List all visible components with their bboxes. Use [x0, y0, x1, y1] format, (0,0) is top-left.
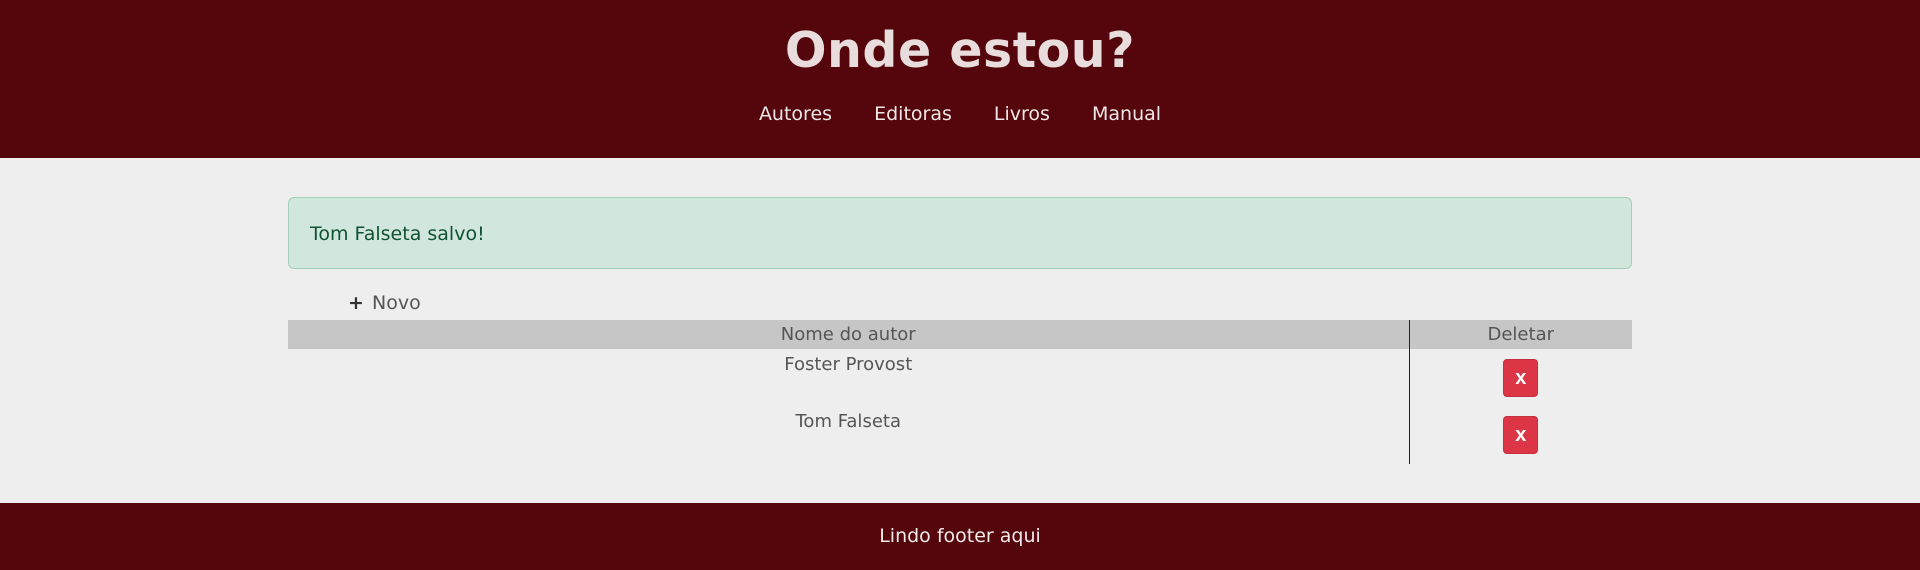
- table-header-row: Nome do autor Deletar: [288, 320, 1632, 349]
- table-row: Tom Falseta x: [288, 406, 1632, 464]
- nav-editoras[interactable]: Editoras: [874, 103, 952, 125]
- success-alert: Tom Falseta salvo!: [288, 197, 1632, 269]
- author-name: Tom Falseta: [795, 411, 901, 432]
- nav-autores[interactable]: Autores: [759, 103, 832, 125]
- plus-icon: +: [348, 292, 364, 314]
- site-footer: Lindo footer aqui: [0, 503, 1920, 570]
- site-title: Onde estou?: [784, 22, 1136, 79]
- author-name: Foster Provost: [784, 354, 913, 375]
- column-header-delete: Deletar: [1408, 320, 1632, 349]
- table-row: Foster Provost x: [288, 349, 1632, 406]
- new-author-button[interactable]: + Novo: [348, 292, 421, 314]
- authors-table: Nome do autor Deletar Foster Provost x T…: [288, 320, 1632, 464]
- main-content: Tom Falseta salvo! + Novo Nome do autor …: [288, 158, 1632, 503]
- main-nav: Autores Editoras Livros Manual: [0, 103, 1920, 125]
- column-header-name: Nome do autor: [288, 320, 1409, 349]
- nav-livros[interactable]: Livros: [994, 103, 1050, 125]
- nav-manual[interactable]: Manual: [1092, 103, 1161, 125]
- new-author-label: Novo: [372, 292, 421, 314]
- page: Onde estou? Autores Editoras Livros Manu…: [0, 0, 1920, 570]
- site-header: Onde estou? Autores Editoras Livros Manu…: [0, 0, 1920, 158]
- delete-cell: x: [1408, 406, 1632, 464]
- delete-author-button[interactable]: x: [1503, 416, 1539, 454]
- delete-author-button[interactable]: x: [1503, 359, 1539, 397]
- delete-cell: x: [1408, 349, 1632, 406]
